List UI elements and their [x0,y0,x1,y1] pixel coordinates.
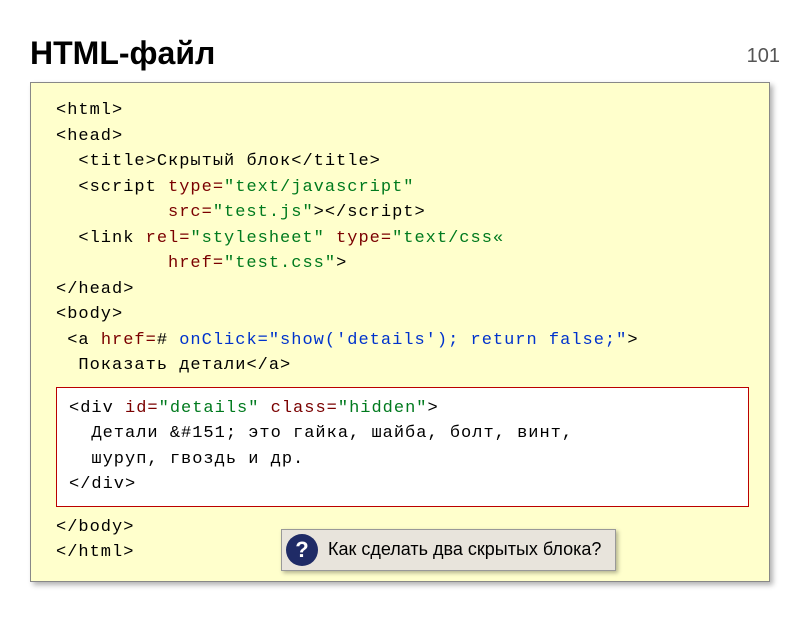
code-attr: type= [325,229,392,248]
code-text: </head> [56,280,134,299]
code-attr: rel= [146,229,191,248]
code-text: Скрытый блок [157,152,291,171]
code-string: "stylesheet" [190,229,324,248]
page-title: HTML-файл [30,35,800,72]
inner-code-box: <div id="details" class="hidden"> Детали… [56,387,749,507]
code-attr: href= [56,254,224,273]
code-attr: href= [101,331,157,350]
code-string: "test.js" [213,203,314,222]
code-text: <head> [56,127,123,146]
code-block: <html> <head> <title>Скрытый блок</title… [30,82,770,582]
code-attr: onClick= [179,331,269,350]
code-string: "show('details'); return false;" [269,331,627,350]
code-text: <script [56,178,168,197]
code-text: > [414,203,425,222]
code-text: Показать детали [56,356,246,375]
code-attr: class= [259,399,337,418]
code-text: </title> [291,152,381,171]
code-string: "text/javascript" [224,178,414,197]
code-text: > [336,254,347,273]
code-text: <title> [56,152,157,171]
question-icon: ? [286,534,318,566]
code-string: "details" [159,399,260,418]
code-text: </body> [56,518,134,537]
code-text: <body> [56,305,123,324]
code-attr: src= [56,203,213,222]
code-text: </a> [246,356,291,375]
code-text: <html> [56,101,123,120]
code-string: "text/css« [392,229,504,248]
code-string: "test.css" [224,254,336,273]
code-text: ></ [314,203,348,222]
code-text: <div [69,399,125,418]
code-attr: id= [125,399,159,418]
code-text: шуруп, гвоздь и др. [69,450,304,469]
code-text: > [627,331,638,350]
code-text: <a [56,331,101,350]
question-text: Как сделать два скрытых блока? [328,536,601,563]
code-text: </html> [56,543,134,562]
code-text: Детали &#151; это гайка, шайба, болт, ви… [69,424,573,443]
question-callout: ? Как сделать два скрытых блока? [281,529,616,571]
page-number: 101 [747,45,780,68]
code-text: # [157,331,179,350]
code-string: "hidden" [338,399,428,418]
code-text: <link [56,229,146,248]
code-attr: type= [168,178,224,197]
code-text: </div> [69,475,136,494]
code-text: > [428,399,439,418]
code-text: script [347,203,414,222]
